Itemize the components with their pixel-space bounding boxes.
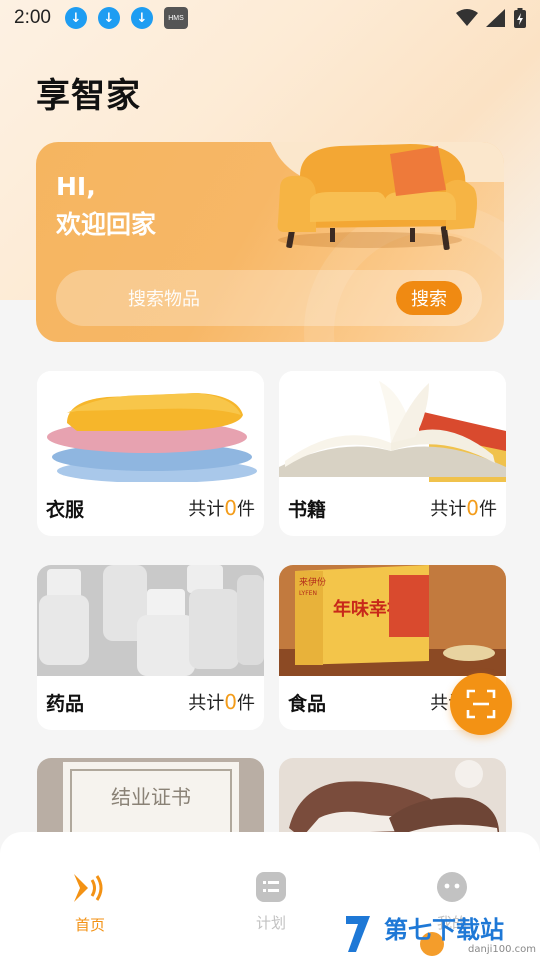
category-count: 共计0件 — [188, 496, 255, 520]
food-brand-en-text: LYFEN — [299, 590, 317, 597]
greeting-text: HI, 欢迎回家 — [56, 168, 156, 244]
tab-plan[interactable]: 计划 — [231, 870, 311, 933]
category-name: 药品 — [46, 693, 85, 715]
download-notification-icon: ↓ — [130, 7, 153, 29]
scan-icon — [466, 689, 496, 719]
certificate-title-text: 结业证书 — [111, 785, 191, 809]
food-image: 来伊份 LYFEN 年味幸福礼 — [279, 565, 506, 676]
greeting-line-2: 欢迎回家 — [56, 210, 157, 239]
medicine-image — [37, 565, 264, 676]
plan-list-icon — [256, 872, 286, 902]
category-name: 食品 — [288, 693, 327, 715]
category-card-books[interactable]: 书籍 共计0件 — [279, 371, 506, 536]
watermark-logo: 第七下载站 danji100.com — [346, 916, 536, 956]
search-input[interactable]: 搜索物品 — [128, 285, 200, 311]
hms-icon: HMS — [163, 7, 188, 29]
scan-button[interactable] — [450, 673, 512, 735]
category-count: 共计0件 — [430, 496, 497, 520]
download-notification-icon: ↓ — [97, 7, 120, 29]
category-card-medicine[interactable]: 药品 共计0件 — [37, 565, 264, 730]
category-name: 衣服 — [46, 499, 85, 521]
clothes-image — [37, 371, 264, 482]
home-signal-icon — [74, 874, 103, 902]
search-button[interactable]: 搜索 — [396, 281, 462, 315]
tab-label: 计划 — [255, 914, 286, 932]
search-bar[interactable]: 搜索物品 搜索 — [56, 270, 482, 326]
books-image — [279, 371, 506, 482]
app-title: 享智家 — [36, 76, 141, 116]
hero-banner: HI, 欢迎回家 搜索物品 搜索 — [36, 142, 504, 342]
category-card-clothes[interactable]: 衣服 共计0件 — [37, 371, 264, 536]
profile-chat-icon — [437, 872, 467, 902]
battery-icon — [514, 8, 526, 28]
greeting-line-1: HI, — [56, 172, 96, 201]
status-bar: 2:00 ↓ ↓ ↓ HMS — [0, 0, 540, 36]
category-name: 书籍 — [288, 499, 327, 521]
sofa-illustration — [277, 144, 477, 251]
watermark-url: danji100.com — [468, 944, 536, 955]
tab-label: 首页 — [74, 916, 105, 934]
tab-home[interactable]: 首页 — [50, 870, 130, 935]
download-notification-icon: ↓ — [64, 7, 87, 29]
food-brand-text: 来伊份 — [299, 576, 326, 588]
cell-signal-icon — [486, 9, 505, 27]
wifi-icon — [456, 9, 478, 26]
status-time: 2:00 — [14, 7, 51, 28]
watermark-text: 第七下载站 — [384, 916, 504, 944]
category-count: 共计0件 — [188, 690, 255, 714]
